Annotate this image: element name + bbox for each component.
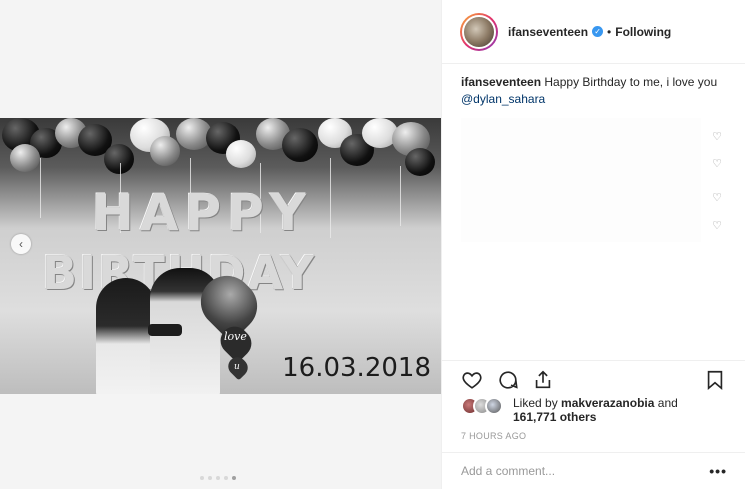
likes-others-link[interactable]: 161,771 others [513,410,596,424]
post-timestamp[interactable]: 7 HOURS AGO [461,431,526,441]
header-separator: • [607,24,612,39]
carousel-dot [200,476,204,480]
balloon [104,144,134,174]
balloon [405,148,435,176]
caption-username[interactable]: ifanseventeen [461,75,541,89]
liker-avatars [461,396,511,416]
add-comment-input[interactable] [461,464,710,478]
carousel-dot [224,476,228,480]
likes-and: and [657,396,678,410]
following-button[interactable]: Following [615,25,671,39]
comment-like-heart-icon[interactable]: ♡ [711,192,723,204]
birthday-cake [148,324,182,336]
balloon [150,136,180,166]
post-header: ifanseventeen ✓ • Following [442,0,745,64]
comment-like-heart-icon[interactable]: ♡ [711,131,723,143]
avatar[interactable] [460,12,498,51]
carousel-dot-active [232,476,236,480]
post-sidebar: ifanseventeen ✓ • Following ifanseventee… [441,0,745,489]
carousel-indicator [200,476,236,480]
comment-bubble-icon[interactable] [497,369,521,391]
liker-avatar [485,397,503,415]
caption-text: Happy Birthday to me, i love you [544,75,718,89]
balloon-string [400,166,401,226]
share-icon[interactable] [532,369,556,391]
header-username[interactable]: ifanseventeen [508,25,588,39]
comment-like-heart-icon[interactable]: ♡ [711,220,723,232]
chevron-left-icon: ‹ [19,237,23,251]
happy-letters: HAPPY [92,184,313,242]
likes-summary: Liked by makverazanobia and 161,771 othe… [461,396,721,424]
post-media[interactable]: HAPPY BIRTHDAY love u 16.03.2018 ‹ [0,0,441,489]
carousel-prev-button[interactable]: ‹ [11,234,31,254]
verified-badge-icon: ✓ [592,26,604,37]
bookmark-icon[interactable] [704,369,728,391]
balloon-string [40,158,41,218]
comments-list [461,118,701,242]
more-options-icon[interactable]: ••• [709,463,727,479]
carousel-dot [208,476,212,480]
post-caption: ifanseventeen Happy Birthday to me, i lo… [461,74,731,108]
add-comment-bar: ••• [442,452,745,489]
balloon [10,144,40,172]
comment-like-heart-icon[interactable]: ♡ [711,158,723,170]
carousel-dot [216,476,220,480]
action-bar [442,360,745,394]
person-girl [96,278,156,394]
likes-prefix: Liked by [513,396,558,410]
like-heart-icon[interactable] [461,369,485,391]
heart-balloon-text: love [224,330,247,343]
balloon [226,140,256,168]
balloon-string [330,158,331,238]
heart-balloon-small-text: u [234,362,240,372]
balloon [282,128,318,162]
date-overlay: 16.03.2018 [282,353,431,383]
caption-mention-link[interactable]: @dylan_sahara [461,92,545,106]
likes-text: Liked by makverazanobia and 161,771 othe… [513,396,678,424]
post-photo[interactable]: HAPPY BIRTHDAY love u 16.03.2018 [0,118,441,394]
likes-username-link[interactable]: makverazanobia [561,396,654,410]
avatar-image [462,14,496,49]
